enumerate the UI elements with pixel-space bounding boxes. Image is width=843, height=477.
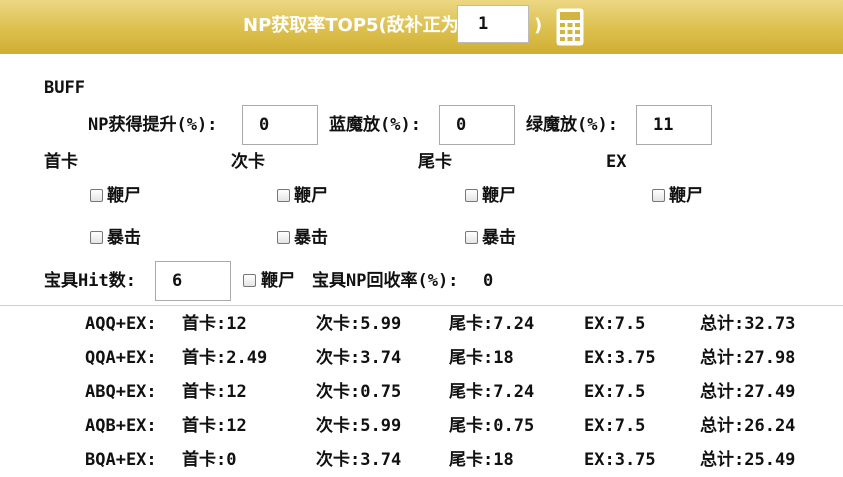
third-card-overkill-label: 鞭尸 — [482, 186, 516, 206]
result-ex-card: EX:7.5 — [584, 314, 646, 334]
enemy-correction-input[interactable] — [457, 5, 529, 43]
result-combo: AQB+EX: — [85, 416, 157, 436]
result-third-card: 尾卡:18 — [449, 450, 514, 470]
second-card-critical-checkbox[interactable] — [277, 231, 290, 244]
result-second-card: 次卡:0.75 — [316, 382, 402, 402]
result-third-card: 尾卡:18 — [449, 348, 514, 368]
np-gain-input[interactable] — [242, 105, 318, 145]
result-second-card: 次卡:5.99 — [316, 314, 402, 334]
result-total: 总计:27.98 — [700, 348, 796, 368]
result-combo: QQA+EX: — [85, 348, 157, 368]
second-card-critical-label: 暴击 — [294, 228, 328, 248]
ex-card-label: EX — [606, 152, 627, 172]
result-combo: ABQ+EX: — [85, 382, 157, 402]
third-card-critical-label: 暴击 — [482, 228, 516, 248]
result-combo: BQA+EX: — [85, 450, 157, 470]
result-first-card: 首卡:0 — [182, 450, 237, 470]
second-card-overkill-label: 鞭尸 — [294, 186, 328, 206]
third-card-overkill-checkbox[interactable] — [465, 189, 478, 202]
buff-section-label: BUFF — [44, 78, 85, 98]
result-ex-card: EX:7.5 — [584, 416, 646, 436]
header-bar: NP获取率TOP5(敌补正为 ) — [0, 0, 843, 54]
result-first-card: 首卡:12 — [182, 382, 247, 402]
np-hit-label: 宝具Hit数: — [44, 271, 136, 291]
result-third-card: 尾卡:7.24 — [449, 314, 535, 334]
ex-card-overkill-checkbox[interactable] — [652, 189, 665, 202]
blue-buff-input[interactable] — [439, 105, 515, 145]
result-ex-card: EX:3.75 — [584, 450, 656, 470]
blue-buff-label: 蓝魔放(%): — [329, 115, 421, 135]
np-refund-value: 0 — [483, 271, 494, 291]
green-buff-label: 绿魔放(%): — [526, 115, 618, 135]
section-divider — [0, 305, 843, 306]
third-card-critical-checkbox[interactable] — [465, 231, 478, 244]
np-overkill-label: 鞭尸 — [261, 271, 295, 291]
ex-card-overkill-label: 鞭尸 — [669, 186, 703, 206]
first-card-critical-label: 暴击 — [107, 228, 141, 248]
page-title: NP获取率TOP5(敌补正为 — [243, 15, 459, 36]
first-card-critical-checkbox[interactable] — [90, 231, 103, 244]
calculator-icon[interactable] — [556, 8, 584, 46]
result-total: 总计:25.49 — [700, 450, 796, 470]
second-card-label: 次卡 — [231, 152, 265, 172]
result-second-card: 次卡:3.74 — [316, 348, 402, 368]
result-third-card: 尾卡:7.24 — [449, 382, 535, 402]
result-ex-card: EX:7.5 — [584, 382, 646, 402]
first-card-overkill-label: 鞭尸 — [107, 186, 141, 206]
third-card-label: 尾卡 — [418, 152, 452, 172]
first-card-overkill-checkbox[interactable] — [90, 189, 103, 202]
result-third-card: 尾卡:0.75 — [449, 416, 535, 436]
green-buff-input[interactable] — [636, 105, 712, 145]
result-first-card: 首卡:12 — [182, 314, 247, 334]
result-first-card: 首卡:2.49 — [182, 348, 268, 368]
result-total: 总计:32.73 — [700, 314, 796, 334]
result-total: 总计:27.49 — [700, 382, 796, 402]
result-second-card: 次卡:3.74 — [316, 450, 402, 470]
title-paren: ) — [534, 15, 543, 36]
result-second-card: 次卡:5.99 — [316, 416, 402, 436]
second-card-overkill-checkbox[interactable] — [277, 189, 290, 202]
first-card-label: 首卡 — [44, 152, 78, 172]
result-total: 总计:26.24 — [700, 416, 796, 436]
result-combo: AQQ+EX: — [85, 314, 157, 334]
np-gain-label: NP获得提升(%): — [88, 115, 218, 135]
np-refund-label: 宝具NP回收率(%): — [312, 271, 459, 291]
result-first-card: 首卡:12 — [182, 416, 247, 436]
result-ex-card: EX:3.75 — [584, 348, 656, 368]
np-hit-input[interactable] — [155, 261, 231, 301]
np-overkill-checkbox[interactable] — [243, 274, 256, 287]
